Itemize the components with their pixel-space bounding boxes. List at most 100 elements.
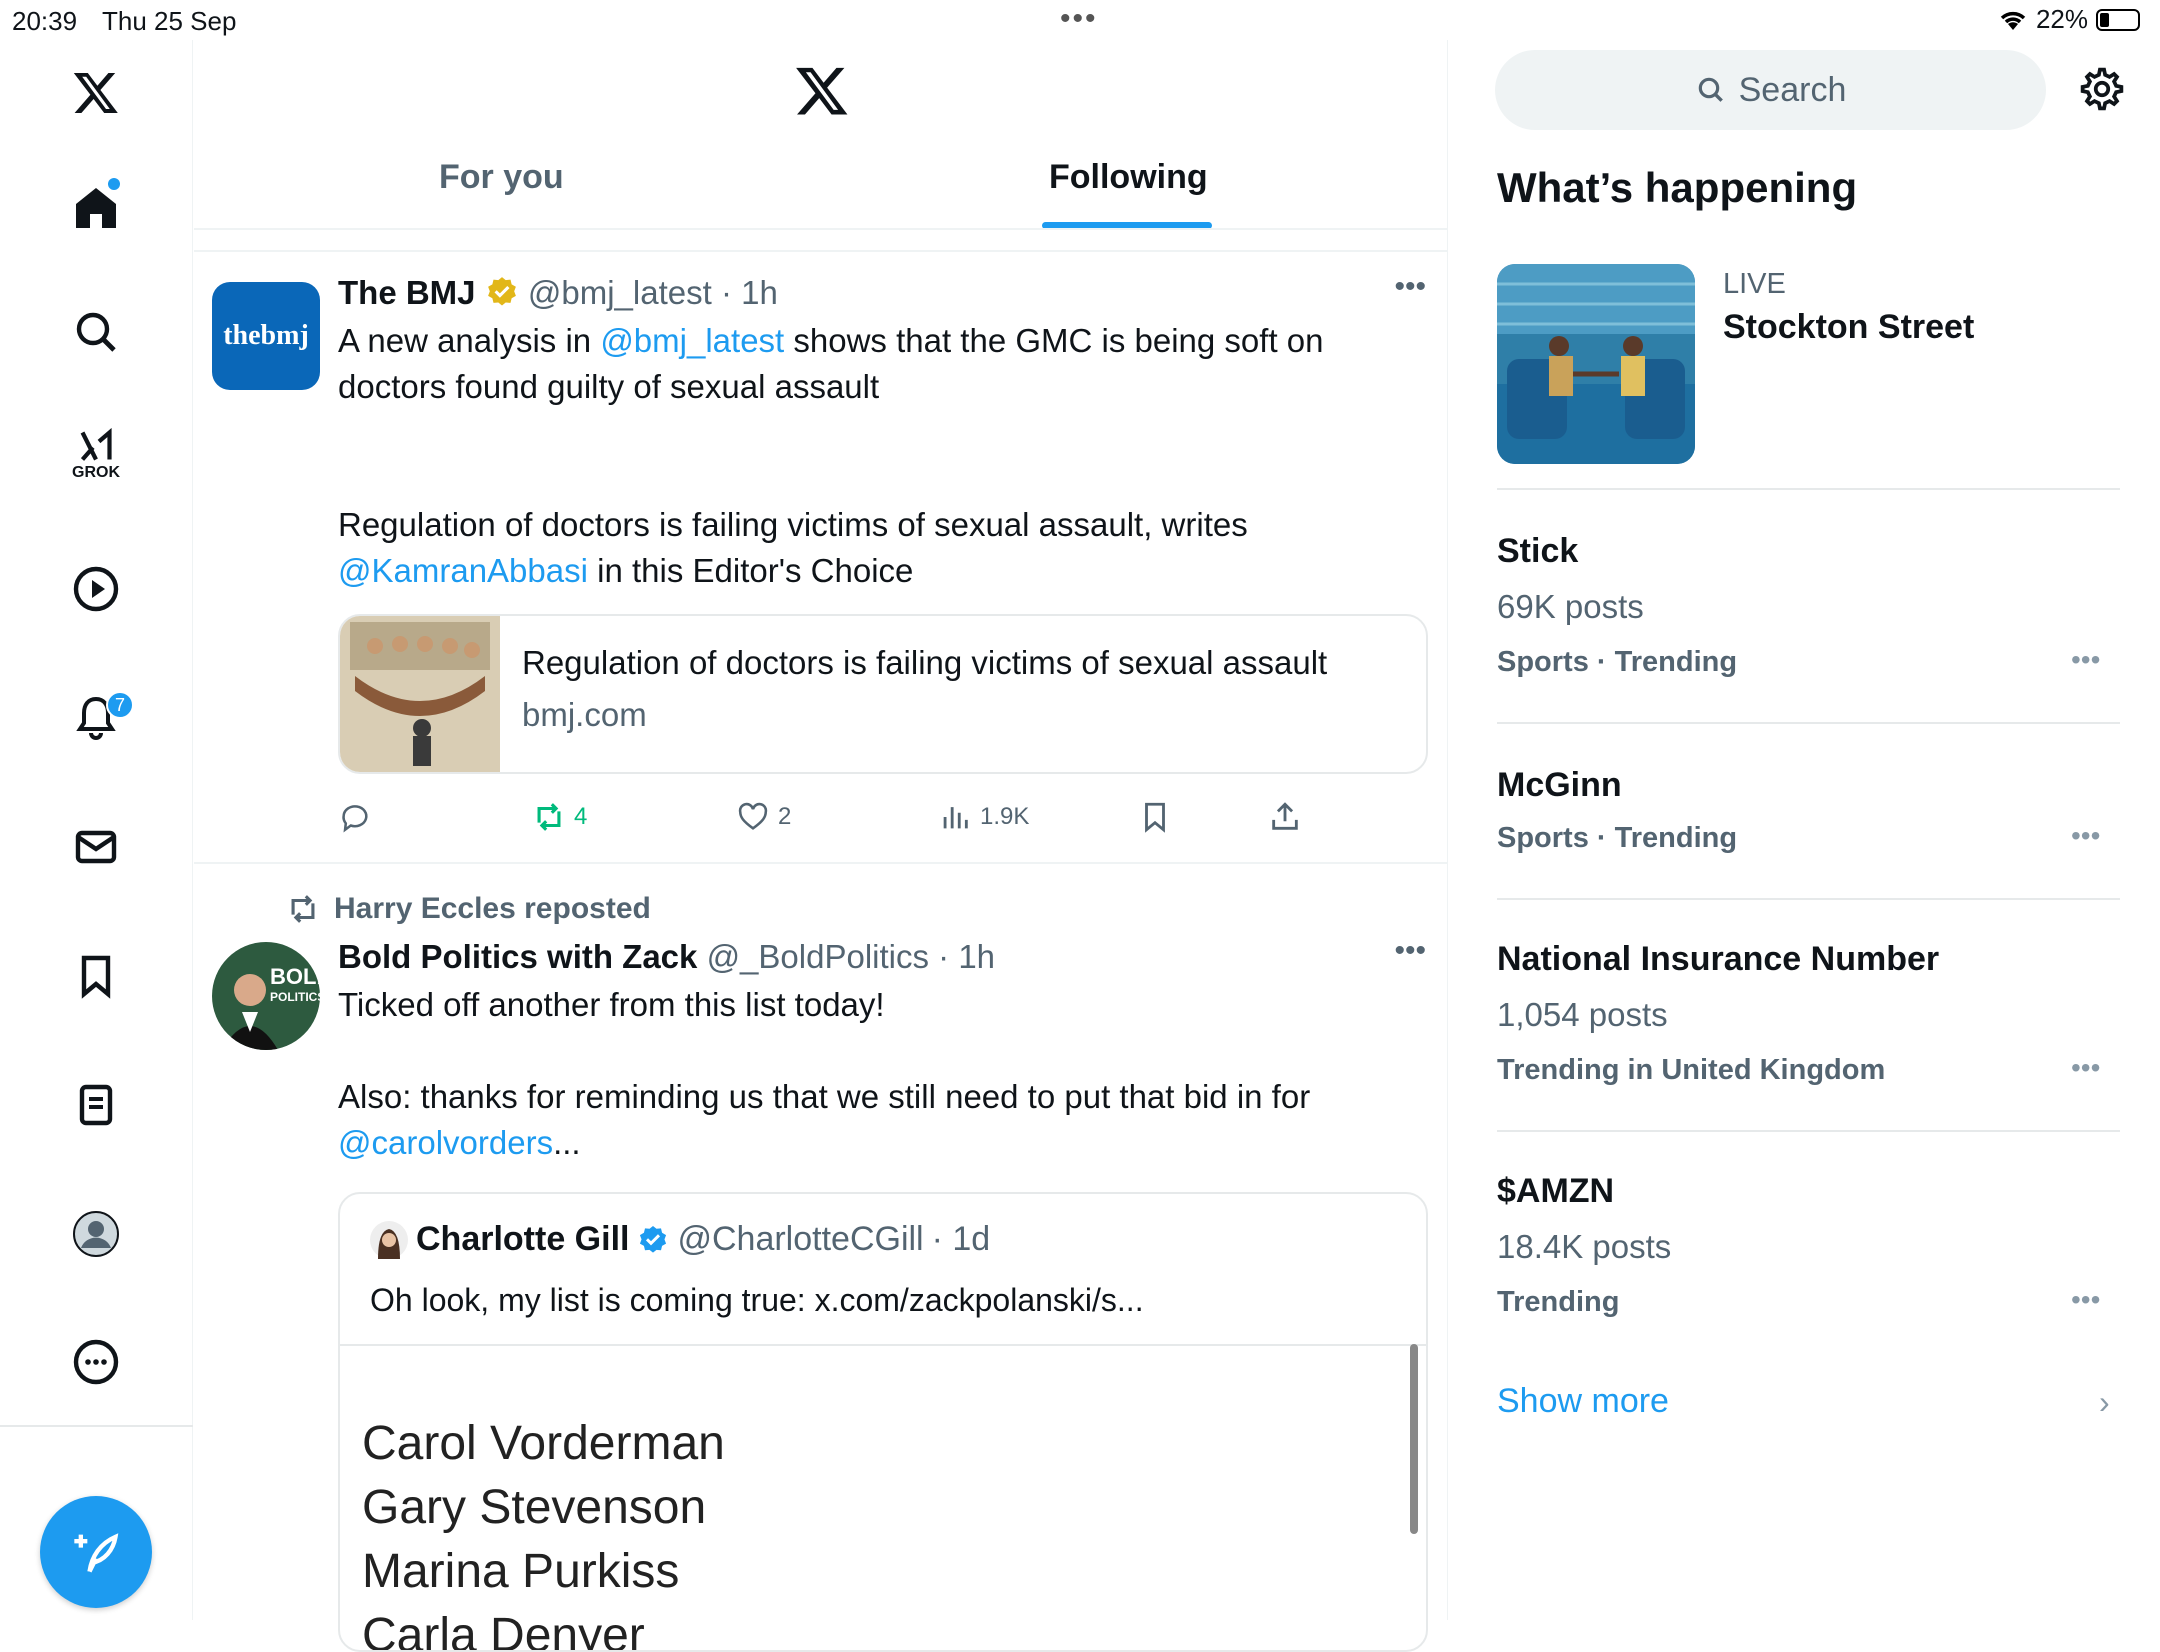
more-options-icon[interactable] — [66, 1332, 126, 1392]
reposted-by[interactable]: Harry Eccles reposted — [286, 892, 651, 926]
tweet-actions: 4 2 1.9K — [338, 800, 1338, 840]
search-icon — [1698, 77, 1723, 102]
avatar-subtext: POLITICS — [270, 990, 320, 1004]
repost-icon — [291, 895, 315, 923]
views-button[interactable]: 1.9K — [938, 800, 1029, 834]
list-item: Carla Denyer — [362, 1609, 645, 1652]
lists-icon[interactable] — [66, 1075, 126, 1135]
trend-more-icon[interactable]: ••• — [2071, 644, 2100, 676]
tweet[interactable]: Harry Eccles reposted BOLD POLITICS Bold… — [194, 864, 1448, 1652]
trend-post-count: 1,054 posts — [1497, 996, 1668, 1033]
chevron-right-icon[interactable]: › — [2099, 1384, 2110, 1421]
live-event-image[interactable] — [1497, 264, 1695, 464]
live-event-thumbnail — [1497, 264, 1695, 464]
tab-following[interactable]: Following — [1049, 158, 1208, 197]
status-date: Thu 25 Sep — [102, 6, 237, 36]
home-unread-dot — [108, 178, 120, 190]
mention-link[interactable]: @KamranAbbasi — [338, 552, 588, 589]
tweet-text: Also: thanks for reminding us that we st… — [338, 1078, 1311, 1161]
grok-icon[interactable]: GROK — [66, 425, 126, 485]
repost-count: 4 — [574, 803, 588, 830]
mention-link[interactable]: @bmj_latest — [600, 322, 784, 359]
compose-post-button[interactable] — [40, 1496, 152, 1608]
heart-icon — [738, 802, 768, 830]
search-input[interactable]: Search — [1495, 50, 2046, 130]
trend-title[interactable]: McGinn — [1497, 766, 1622, 805]
trend-more-icon[interactable]: ••• — [2071, 820, 2100, 852]
trend-more-icon[interactable]: ••• — [2071, 1284, 2100, 1316]
notifications-bell-icon[interactable]: 7 — [66, 687, 134, 747]
search-icon[interactable] — [66, 302, 126, 362]
section-heading: What’s happening — [1497, 164, 1858, 211]
trend-more-icon[interactable]: ••• — [2071, 1052, 2100, 1084]
show-more-link[interactable]: Show more — [1497, 1382, 1669, 1421]
card-thumbnail — [340, 616, 500, 772]
scrollbar[interactable] — [1410, 1344, 1418, 1534]
video-icon[interactable] — [66, 559, 126, 619]
gear-icon[interactable] — [2077, 64, 2127, 114]
trend-title[interactable]: Stick — [1497, 532, 1578, 571]
messages-icon[interactable] — [66, 817, 126, 877]
trend-category: Trending — [1497, 1286, 1620, 1318]
quote-avatar[interactable] — [370, 1220, 408, 1259]
left-navigation: GROK 7 — [0, 40, 193, 1620]
repost-icon — [537, 803, 561, 831]
quote-author-name[interactable]: Charlotte Gill — [416, 1220, 629, 1259]
wifi-icon — [2000, 11, 2026, 30]
timeline: For you Following thebmj The BMJ @bmj_la… — [194, 40, 1448, 1652]
repost-button[interactable]: 4 — [532, 800, 587, 834]
link-card[interactable]: Regulation of doctors is failing victims… — [338, 614, 1428, 774]
grok-label: GROK — [72, 464, 120, 481]
x-logo-icon[interactable] — [66, 62, 126, 122]
quote-media-divider — [340, 1344, 1426, 1346]
trend-category: Sports · Trending — [1497, 646, 1738, 678]
live-event-title[interactable]: Stockton Street — [1723, 308, 1974, 347]
search-placeholder: Search — [1738, 70, 1847, 109]
tweet[interactable]: thebmj The BMJ @bmj_latest · 1h ••• A ne… — [194, 250, 1448, 862]
author-name[interactable]: The BMJ — [338, 274, 476, 311]
trend-title[interactable]: National Insurance Number — [1497, 940, 1939, 979]
quote-header: Charlotte Gill @CharlotteCGill · 1d — [370, 1220, 990, 1259]
trend-title[interactable]: $AMZN — [1497, 1172, 1614, 1211]
trend-post-count: 18.4K posts — [1497, 1228, 1672, 1265]
avatar[interactable]: thebmj — [212, 282, 320, 390]
author-name[interactable]: Bold Politics with Zack — [338, 938, 697, 975]
mention-link[interactable]: @carolvorders — [338, 1124, 553, 1161]
home-icon[interactable] — [66, 178, 126, 238]
card-domain: bmj.com — [522, 696, 647, 733]
avatar-text: BOLD — [270, 964, 320, 989]
nav-divider — [0, 1425, 193, 1427]
author-handle[interactable]: @_BoldPolitics — [707, 938, 929, 975]
share-button[interactable] — [1268, 800, 1302, 834]
x-logo-icon[interactable] — [794, 62, 850, 118]
view-count: 1.9K — [980, 803, 1030, 830]
more-options-icon[interactable]: ••• — [1394, 934, 1426, 968]
reply-icon — [342, 805, 368, 833]
multitasking-dots-icon[interactable]: ••• — [1060, 2, 1098, 36]
avatar[interactable]: BOLD POLITICS — [212, 942, 320, 1050]
right-sidebar: Search What’s happening LIVE Stockton St… — [1449, 40, 2160, 1620]
quoted-tweet[interactable]: Charlotte Gill @CharlotteCGill · 1d Oh l… — [338, 1192, 1428, 1652]
gold-verified-badge-icon — [487, 277, 516, 306]
trend-post-count: 69K posts — [1497, 588, 1644, 625]
list-item: Carol Vorderman — [362, 1417, 725, 1470]
blue-verified-badge-icon — [640, 1225, 667, 1253]
quote-author-handle[interactable]: @CharlotteCGill — [677, 1220, 923, 1259]
status-bar: 20:39 Thu 25 Sep ••• 22% — [0, 0, 2160, 40]
reply-button[interactable] — [338, 800, 372, 834]
profile-avatar[interactable] — [66, 1204, 126, 1264]
views-chart-icon — [943, 807, 968, 829]
like-button[interactable]: 2 — [736, 800, 791, 834]
like-count: 2 — [778, 803, 792, 830]
more-options-icon[interactable]: ••• — [1394, 270, 1426, 304]
bookmarks-icon[interactable] — [66, 946, 126, 1006]
tab-for-you[interactable]: For you — [439, 158, 564, 197]
list-item: Marina Purkiss — [362, 1545, 680, 1598]
feather-plus-icon — [74, 1533, 119, 1573]
battery-percent: 22% — [2035, 4, 2088, 34]
quote-time: · 1d — [931, 1220, 991, 1258]
bookmark-button[interactable] — [1138, 800, 1172, 834]
card-title: Regulation of doctors is failing victims… — [522, 644, 1328, 681]
battery-icon — [2096, 8, 2140, 31]
author-handle[interactable]: @bmj_latest — [528, 274, 712, 311]
